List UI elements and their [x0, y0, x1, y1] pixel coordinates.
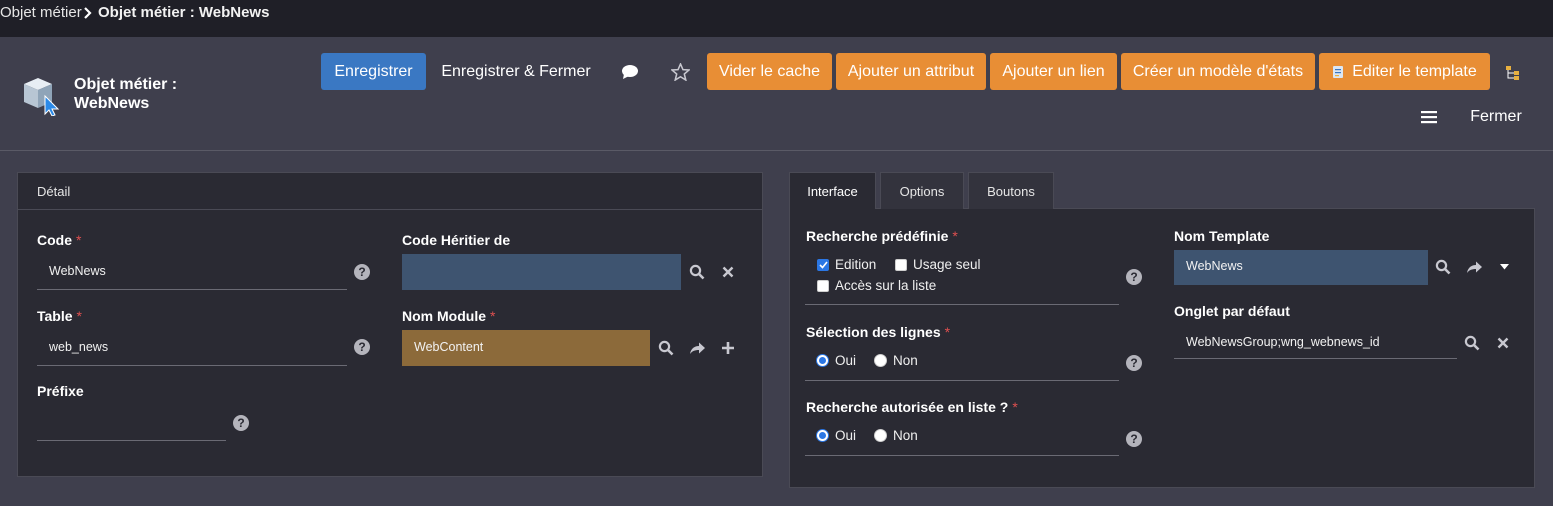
search-icon[interactable] [1434, 258, 1452, 276]
tab-buttons[interactable]: Boutons [968, 172, 1054, 209]
radio-selected[interactable] [816, 429, 829, 442]
radio-row-selection-no[interactable]: Non [874, 353, 918, 368]
tab-interface[interactable]: Interface [789, 172, 876, 209]
radio-row-selection-yes[interactable]: Oui [816, 353, 856, 368]
tab-options[interactable]: Options [880, 172, 964, 209]
radio-label: Oui [835, 428, 857, 443]
template-name-field[interactable]: WebNews [1174, 250, 1428, 285]
close-icon[interactable] [1494, 334, 1512, 352]
clear-cache-button[interactable]: Vider le cache [707, 53, 832, 90]
field-underline [805, 304, 1119, 305]
share-arrow-icon[interactable] [1464, 258, 1484, 276]
search-icon[interactable] [1463, 334, 1481, 352]
row-selection-label: Sélection des lignes * [806, 324, 951, 340]
comment-icon[interactable] [619, 61, 641, 83]
help-icon[interactable]: ? [354, 339, 370, 355]
radio-list-search-yes[interactable]: Oui [816, 428, 856, 443]
page-title: Objet métier : WebNews [74, 75, 224, 113]
page-title-line2: WebNews [74, 95, 150, 112]
template-name-label: Nom Template [1174, 228, 1270, 244]
radio-label: Oui [835, 353, 857, 368]
edit-template-label: Editer le template [1352, 62, 1477, 80]
field-underline [805, 380, 1119, 381]
caret-down-icon[interactable] [1497, 260, 1511, 274]
star-icon[interactable] [669, 61, 691, 83]
field-underline [805, 455, 1119, 456]
code-label: Code * [37, 232, 82, 248]
tree-structure-icon[interactable] [1504, 64, 1522, 82]
search-icon[interactable] [657, 339, 675, 357]
help-icon[interactable]: ? [354, 264, 370, 280]
checkbox-edition[interactable]: Edition [817, 257, 876, 272]
search-icon[interactable] [688, 263, 706, 281]
list-search-label: Recherche autorisée en liste ? * [806, 399, 1018, 415]
add-link-button[interactable]: Ajouter un lien [990, 53, 1117, 90]
checkbox-label: Usage seul [913, 257, 981, 272]
breadcrumb-parent-link[interactable]: Objet métier [0, 4, 82, 21]
help-icon[interactable]: ? [233, 415, 249, 431]
save-close-button[interactable]: Enregistrer & Fermer [432, 53, 600, 90]
inherits-label: Code Héritier de [402, 232, 511, 248]
radio-unselected[interactable] [874, 354, 887, 367]
radio-list-search-no[interactable]: Non [874, 428, 918, 443]
help-icon[interactable]: ? [1126, 355, 1142, 371]
business-object-icon [24, 78, 60, 116]
module-field[interactable]: WebContent [402, 330, 650, 366]
checkbox-checked[interactable] [817, 258, 829, 271]
radio-unselected[interactable] [874, 429, 887, 442]
module-label: Nom Module * [402, 308, 496, 324]
default-tab-field[interactable]: WebNewsGroup;wng_webnews_id [1174, 325, 1457, 359]
page-title-line1: Objet métier : [74, 76, 178, 93]
close-icon[interactable] [719, 263, 737, 281]
breadcrumb: Objet métier Objet métier : WebNews [0, 0, 1553, 37]
checkbox-label: Accès sur la liste [835, 278, 937, 293]
table-field[interactable]: web_news [37, 330, 347, 366]
save-button[interactable]: Enregistrer [321, 53, 426, 90]
help-icon[interactable]: ? [1126, 431, 1142, 447]
checkbox-usage-only[interactable]: Usage seul [895, 257, 981, 272]
radio-label: Non [893, 353, 918, 368]
detail-panel-title: Détail [18, 173, 762, 210]
checkbox-list-access[interactable]: Accès sur la liste [817, 278, 936, 293]
checkbox-label: Edition [835, 257, 877, 272]
table-label: Table * [37, 308, 82, 324]
breadcrumb-current: Objet métier : WebNews [98, 4, 270, 21]
chevron-right-icon [84, 7, 92, 19]
help-icon[interactable]: ? [1126, 269, 1142, 285]
plus-icon[interactable] [719, 339, 737, 357]
code-field[interactable]: WebNews [37, 254, 347, 290]
checkbox-unchecked[interactable] [895, 258, 907, 271]
share-arrow-icon[interactable] [687, 339, 707, 357]
radio-selected[interactable] [816, 354, 829, 367]
predefined-search-label: Recherche prédéfinie * [806, 228, 958, 244]
document-icon [1333, 65, 1344, 78]
inherits-field[interactable] [402, 254, 681, 290]
menu-icon[interactable] [1418, 106, 1440, 128]
prefix-field[interactable] [37, 405, 226, 441]
close-button[interactable]: Fermer [1460, 98, 1532, 135]
add-attribute-button[interactable]: Ajouter un attribut [836, 53, 986, 90]
radio-label: Non [893, 428, 918, 443]
default-tab-label: Onglet par défaut [1174, 303, 1290, 319]
checkbox-unchecked[interactable] [817, 279, 829, 292]
prefix-label: Préfixe [37, 383, 84, 399]
page-header: Objet métier : WebNews Enregistrer Enreg… [0, 37, 1553, 151]
edit-template-button[interactable]: Editer le template [1319, 53, 1490, 90]
create-state-model-button[interactable]: Créer un modèle d'états [1121, 53, 1315, 90]
